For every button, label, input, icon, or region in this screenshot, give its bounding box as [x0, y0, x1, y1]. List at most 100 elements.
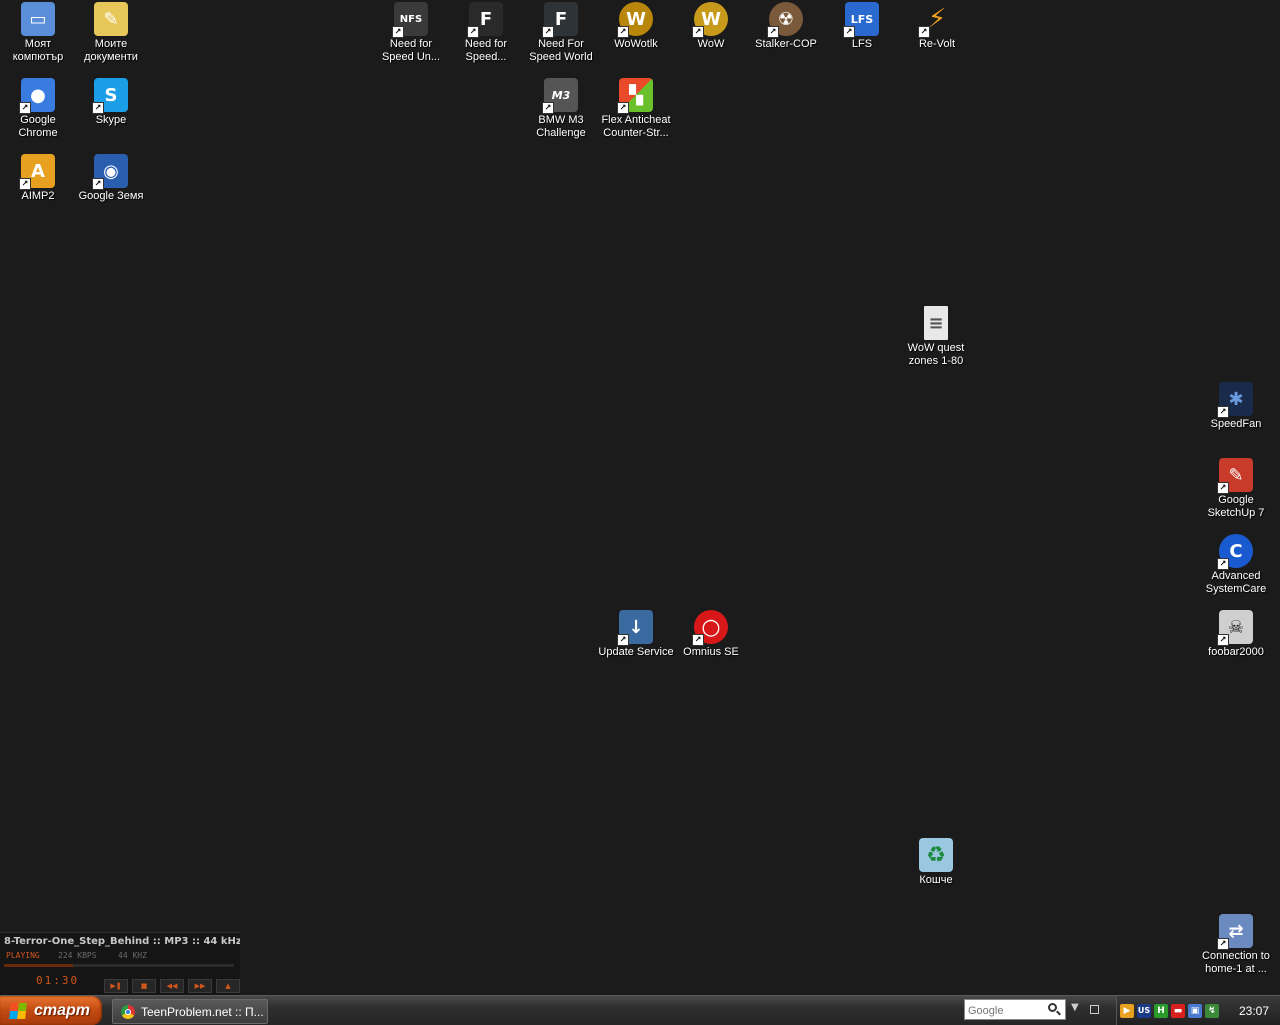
desktop-icon-update-service[interactable]: ↓ ↗ Update Service [598, 610, 674, 659]
stop-button[interactable]: ■ [132, 979, 156, 993]
desktop-icon-label: Моят компютър [12, 38, 64, 63]
desktop-icon-google-sketchup[interactable]: ✎ ↗ Google SketchUp 7 [1198, 458, 1274, 520]
wow-wotlk-icon: W ↗ [617, 2, 653, 38]
desktop[interactable]: ▭ Моят компютър ✎ Моите документи ● ↗ Goo… [0, 0, 1280, 995]
desktop-icon-wow[interactable]: W ↗ WoW [673, 2, 749, 51]
shortcut-arrow-icon: ↗ [1217, 938, 1229, 950]
previous-button[interactable]: ◀◀ [160, 979, 184, 993]
desktop-icon-bmw-m3[interactable]: M3 ↗ BMW M3 Challenge [523, 78, 599, 140]
sketchup-icon: ✎ ↗ [1217, 458, 1253, 494]
desktop-icon-label: Need For Speed World [529, 38, 593, 63]
seek-bar-fill [4, 964, 73, 967]
search-icon[interactable] [1048, 1003, 1057, 1012]
desktop-icon-label: Advanced SystemCare [1205, 570, 1267, 595]
network-tray-icon[interactable]: ▣ [1188, 1003, 1202, 1018]
desktop-icon-label: Google SketchUp 7 [1207, 494, 1265, 519]
shortcut-arrow-icon: ↗ [1217, 482, 1229, 494]
media-tray-icon[interactable]: ▶ [1120, 1003, 1134, 1018]
desktop-icon-google-chrome[interactable]: ● ↗ Google Chrome [0, 78, 76, 140]
desktop-icon-flex-anticheat[interactable]: ▚ ↗ Flex Anticheat Counter-Str... [598, 78, 674, 140]
show-desktop-icon[interactable] [1090, 1005, 1099, 1014]
desktop-icon-label: Flex Anticheat Counter-Str... [601, 114, 671, 139]
language-indicator[interactable]: US [1137, 1003, 1151, 1018]
speedfan-icon: ✱ ↗ [1217, 382, 1253, 418]
desktop-icon-aimp2[interactable]: A ↗ AIMP2 [0, 154, 76, 203]
desktop-icon-label: Need for Speed... [464, 38, 508, 63]
bmw-m3-icon: M3 ↗ [542, 78, 578, 114]
shortcut-arrow-icon: ↗ [843, 26, 855, 38]
logo-quadrant [17, 1010, 26, 1019]
red-app-tray-icon[interactable]: ▬ [1171, 1003, 1185, 1018]
desktop-icon-google-earth[interactable]: ◉ ↗ Google Земя [73, 154, 149, 203]
elapsed-time: 01:30 [36, 974, 80, 987]
shortcut-arrow-icon: ↗ [542, 26, 554, 38]
desktop-icon-nfs-world[interactable]: F ↗ Need For Speed World [523, 2, 599, 64]
shortcut-arrow-icon: ↗ [918, 26, 930, 38]
player-controls: ▶❚ ■ ◀◀ ▶▶ ▲ [104, 979, 240, 993]
nfs-undercover-icon: NFS ↗ [392, 2, 428, 38]
shortcut-arrow-icon: ↗ [1217, 558, 1229, 570]
text-file-icon: ≡ [924, 306, 948, 340]
desktop-icon-label: Google Chrome [18, 114, 58, 139]
shortcut-arrow-icon: ↗ [542, 102, 554, 114]
eject-button[interactable]: ▲ [216, 979, 240, 993]
desktop-icon-label: LFS [851, 38, 873, 50]
desktop-icon-wow-quest-zones[interactable]: ≡ WoW quest zones 1-80 [898, 306, 974, 368]
track-title: 8-Terror-One_Step_Behind :: MP3 :: 44 kH… [4, 936, 240, 947]
wow-icon: W ↗ [692, 2, 728, 38]
desktop-icon-my-computer[interactable]: ▭ Моят компютър [0, 2, 76, 64]
foobar2000-icon: ☠ ↗ [1217, 610, 1253, 646]
desktop-icon-nfs-shift[interactable]: F ↗ Need for Speed... [448, 2, 524, 64]
recycle-bin-icon: ♻ [919, 838, 953, 872]
shortcut-arrow-icon: ↗ [617, 102, 629, 114]
shortcut-arrow-icon: ↗ [467, 26, 479, 38]
my-computer-icon: ▭ [21, 2, 55, 36]
desktop-icon-stalker-cop[interactable]: ☢ ↗ Stalker-COP [748, 2, 824, 51]
desktop-icon-label: Skype [95, 114, 127, 126]
taskbar-button-chrome[interactable]: TeenProblem.net :: П... [112, 999, 268, 1024]
desktop-icon-recycle-bin[interactable]: ♻ Кошче [898, 838, 974, 887]
shortcut-arrow-icon: ↗ [19, 178, 31, 190]
network-connection-icon: ⇄ ↗ [1217, 914, 1253, 950]
desktop-icon-advanced-systemcare[interactable]: C ↗ Advanced SystemCare [1198, 534, 1274, 596]
desktop-icon-my-documents[interactable]: ✎ Моите документи [73, 2, 149, 64]
windows-logo-icon [9, 1002, 27, 1019]
desktop-icon-label: AIMP2 [21, 190, 55, 202]
playback-status: PLAYING [6, 951, 40, 960]
desktop-icon-label: WoWotlk [614, 38, 658, 50]
logo-quadrant [18, 1002, 27, 1011]
shortcut-arrow-icon: ↗ [692, 634, 704, 646]
clock[interactable]: 23:07 [1239, 1004, 1269, 1018]
bitrate-readout: 224 KBPS [58, 951, 97, 960]
desktop-icon-label: foobar2000 [1208, 646, 1264, 658]
desktop-icon-lfs[interactable]: LFS ↗ LFS [824, 2, 900, 51]
seek-bar[interactable] [4, 964, 234, 967]
desktop-icon-re-volt[interactable]: ⚡ ↗ Re-Volt [899, 2, 975, 51]
desktop-icon-foobar2000[interactable]: ☠ ↗ foobar2000 [1198, 610, 1274, 659]
desktop-icon-label: Omnius SE [683, 646, 739, 658]
desktop-icon-label: Update Service [598, 646, 674, 658]
desktop-icon-skype[interactable]: S ↗ Skype [73, 78, 149, 127]
start-button[interactable]: старт [0, 996, 102, 1025]
lfs-icon: LFS ↗ [843, 2, 879, 38]
safely-remove-tray-icon[interactable]: ↯ [1205, 1003, 1219, 1018]
desktop-icon-network-connection[interactable]: ⇄ ↗ Connection to home-1 at ... [1198, 914, 1274, 976]
next-button[interactable]: ▶▶ [188, 979, 212, 993]
nfs-shift-icon: F ↗ [467, 2, 503, 38]
aimp-mini-player[interactable]: 8-Terror-One_Step_Behind :: MP3 :: 44 kH… [0, 932, 240, 995]
desktop-icon-label: Google Земя [78, 190, 144, 202]
desktop-icon-nfs-undercover[interactable]: NFS ↗ Need for Speed Un... [373, 2, 449, 64]
play-pause-button[interactable]: ▶❚ [104, 979, 128, 993]
desktop-icon-wowotlk[interactable]: W ↗ WoWotlk [598, 2, 674, 51]
chevron-down-icon[interactable]: ▼ [1071, 1002, 1079, 1013]
desktop-icon-label: Stalker-COP [755, 38, 817, 50]
desktop-icon-label: Кошче [919, 874, 953, 886]
shortcut-arrow-icon: ↗ [19, 102, 31, 114]
chrome-icon [121, 1004, 135, 1019]
desktop-icon-speedfan[interactable]: ✱ ↗ SpeedFan [1198, 382, 1274, 431]
green-app-tray-icon[interactable]: H [1154, 1003, 1168, 1018]
omnius-icon: ○ ↗ [692, 610, 728, 646]
desktop-icon-omnius-se[interactable]: ○ ↗ Omnius SE [673, 610, 749, 659]
taskbar: старт TeenProblem.net :: П... ▼ ▶ US H ▬… [0, 995, 1280, 1025]
shortcut-arrow-icon: ↗ [392, 26, 404, 38]
